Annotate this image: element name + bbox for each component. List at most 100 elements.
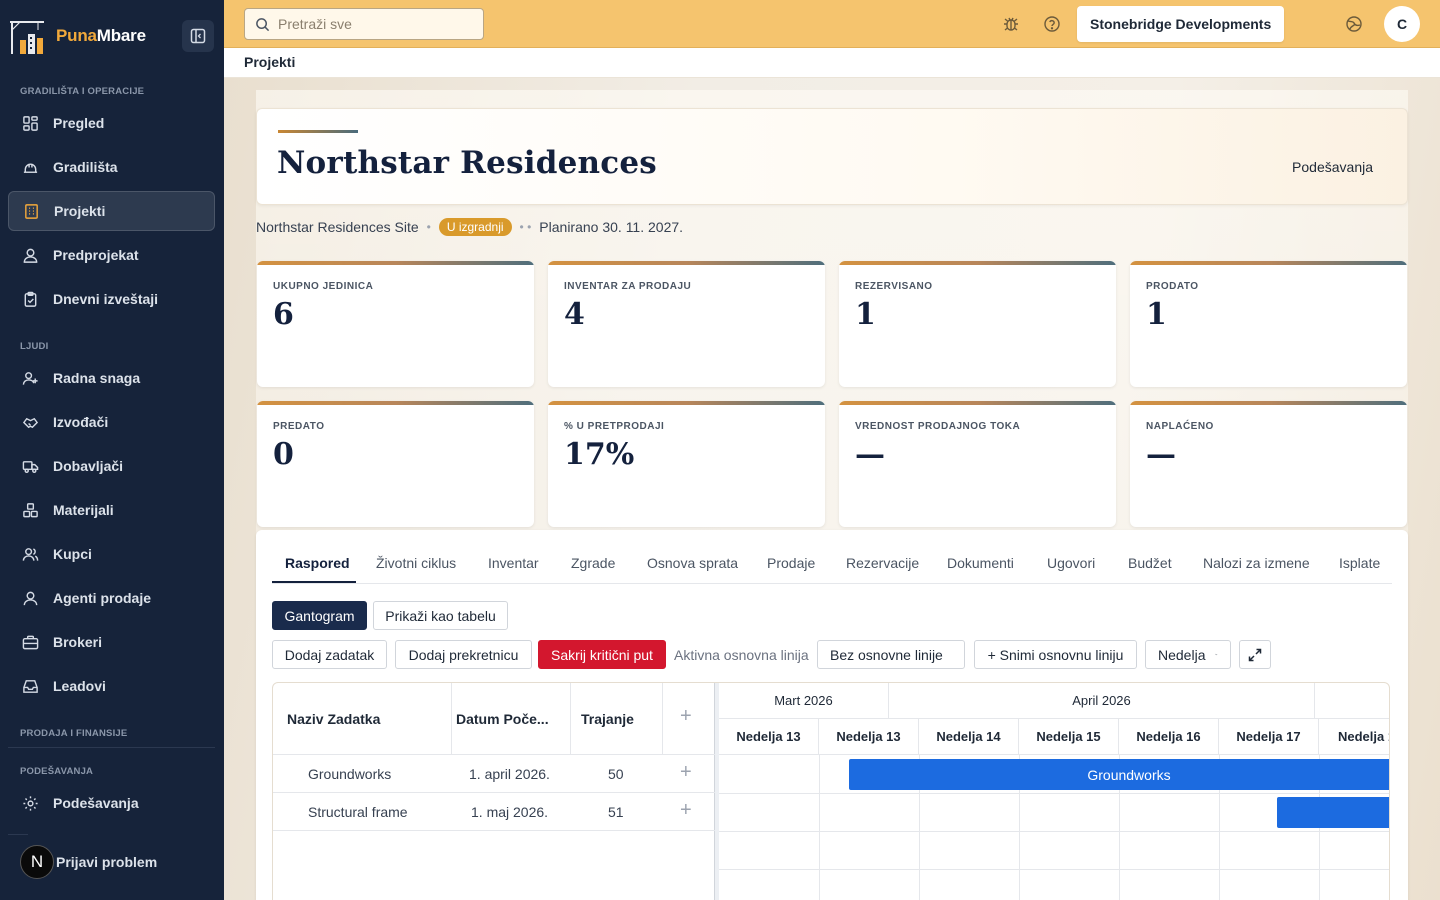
sidebar-item-kupci[interactable]: Kupci (8, 534, 215, 574)
brand[interactable]: PunaMbare (8, 16, 146, 56)
user-search-icon (23, 248, 38, 263)
column-header-start[interactable]: Datum Poče... (456, 711, 549, 727)
tab-isplate[interactable]: Isplate (1339, 555, 1380, 571)
briefcase-icon (22, 635, 39, 649)
stat-card-inventory: INVENTAR ZA PRODAJU 4 (548, 261, 825, 387)
add-subtask-plus-icon[interactable]: + (680, 799, 692, 822)
sidebar-item-podesavanja[interactable]: Podešavanja (8, 783, 215, 823)
sidebar-item-agenti-prodaje[interactable]: Agenti prodaje (8, 578, 215, 618)
save-baseline-button[interactable]: + Snimi osnovnu liniju (974, 640, 1137, 669)
boxes-icon (23, 502, 38, 517)
section-label-operations: GRADILIŠTA I OPERACIJE (20, 86, 145, 97)
project-settings-link[interactable]: Podešavanja (1292, 159, 1373, 175)
stat-label: PREDATO (273, 421, 325, 432)
sidebar-item-predprojekat[interactable]: Predprojekat (8, 235, 215, 275)
tab-dokumenti[interactable]: Dokumenti (947, 555, 1014, 571)
sidebar-item-dnevni-izvestaji[interactable]: Dnevni izveštaji (8, 279, 215, 319)
breadcrumb-current[interactable]: Projekti (244, 54, 295, 70)
top-bar: Stonebridge Developments C (224, 0, 1440, 48)
globe-icon[interactable] (1343, 13, 1365, 35)
section-label-finance[interactable]: PRODAJA I FINANSIJE (20, 728, 127, 739)
tab-zgrade[interactable]: Zgrade (571, 555, 615, 571)
section-label-people: LJUDI (20, 341, 49, 352)
week-header: Nedelja 15 (1019, 719, 1119, 755)
tab-ugovori[interactable]: Ugovori (1047, 555, 1095, 571)
grid-line (719, 793, 1389, 794)
add-milestone-button[interactable]: Dodaj prekretnicu (395, 640, 532, 669)
sidebar-item-brokeri[interactable]: Brokeri (8, 622, 215, 662)
month-header: April 2026 (889, 683, 1315, 719)
column-header-name[interactable]: Naziv Zadatka (287, 711, 380, 727)
week-header: Nedelja 1 (1319, 719, 1389, 755)
add-subtask-plus-icon[interactable]: + (680, 761, 692, 784)
gantt-chart: Naziv Zadatka Datum Poče... Trajanje + G… (272, 682, 1390, 900)
sidebar-item-label: Izvođači (53, 414, 109, 430)
baseline-select[interactable]: Bez osnovne linije (817, 640, 965, 669)
sidebar-item-label: Predprojekat (53, 247, 139, 263)
stat-card-sold: PRODATO 1 (1130, 261, 1407, 387)
gear-icon (23, 795, 38, 811)
tab-budzet[interactable]: Budžet (1128, 555, 1172, 571)
card-accent (839, 401, 1116, 405)
stat-value: 4 (564, 297, 585, 332)
fullscreen-button[interactable] (1239, 640, 1271, 669)
active-baseline-label: Aktivna osnovna linija (674, 647, 809, 663)
hide-critical-path-button[interactable]: Sakrij kritični put (538, 640, 666, 669)
search-input[interactable] (278, 16, 468, 32)
dashboard-icon (23, 115, 38, 131)
tab-rezervacije[interactable]: Rezervacije (846, 555, 919, 571)
scale-select-value: Nedelja (1158, 646, 1206, 663)
sidebar-item-label: Materijali (53, 502, 114, 518)
avatar[interactable]: C (1384, 6, 1420, 42)
table-view-button[interactable]: Prikaži kao tabelu (373, 601, 508, 630)
stat-label: % U PRETPRODAJI (564, 421, 665, 432)
crane-building-logo (10, 21, 44, 54)
add-task-button[interactable]: Dodaj zadatak (272, 640, 387, 669)
scale-select[interactable]: Nedelja (1145, 640, 1231, 669)
sidebar-item-gradilista[interactable]: Gradilišta (8, 147, 215, 187)
gantt-view-button[interactable]: Gantogram (272, 601, 367, 630)
sidebar-item-label: Kupci (53, 546, 92, 562)
company-switcher-button[interactable]: Stonebridge Developments (1077, 6, 1285, 42)
sidebar-item-projekti[interactable]: Projekti (8, 191, 215, 231)
tab-zivotni-ciklus[interactable]: Životni ciklus (376, 555, 456, 571)
sidebar-item-radna-snaga[interactable]: Radna snaga (8, 358, 215, 398)
sidebar-item-label: Projekti (54, 203, 106, 219)
report-problem-button[interactable]: N Prijavi problem (20, 845, 157, 879)
chevron-down-icon (1215, 653, 1218, 656)
tab-inventar[interactable]: Inventar (488, 555, 539, 571)
stat-value: 0 (273, 437, 294, 472)
stat-label: PRODATO (1146, 281, 1199, 292)
sidebar-collapse-button[interactable] (182, 20, 214, 52)
tab-osnova-sprata[interactable]: Osnova sprata (647, 555, 738, 571)
table-row[interactable]: Structural frame 1. maj 2026. 51 + (273, 793, 715, 831)
stat-value: 1 (855, 297, 876, 332)
sidebar-item-pregled[interactable]: Pregled (8, 103, 215, 143)
baseline-select-value: Bez osnovne linije (830, 646, 943, 663)
bug-icon[interactable] (1000, 13, 1022, 35)
task-name: Groundworks (308, 766, 392, 782)
column-header-duration[interactable]: Trajanje (581, 711, 634, 727)
gantt-bar-structural-frame[interactable] (1277, 797, 1389, 828)
task-duration: 50 (608, 766, 624, 782)
stat-value: 6 (273, 297, 294, 332)
sidebar-item-label: Radna snaga (53, 370, 141, 386)
sidebar-item-materijali[interactable]: Materijali (8, 490, 215, 530)
add-task-plus-icon[interactable]: + (680, 705, 692, 728)
search-box[interactable] (244, 8, 484, 40)
sidebar: PunaMbare GRADILIŠTA I OPERACIJE Pregled… (0, 0, 224, 900)
table-row[interactable]: Groundworks 1. april 2026. 50 + (273, 755, 715, 793)
tab-raspored[interactable]: Raspored (285, 555, 350, 571)
user-plus-icon (22, 371, 38, 385)
gantt-bar-groundworks[interactable]: Groundworks (849, 759, 1389, 790)
sidebar-divider (8, 834, 28, 835)
sidebar-item-dobavljaci[interactable]: Dobavljači (8, 446, 215, 486)
week-header: Nedelja 16 (1119, 719, 1219, 755)
sidebar-item-izvodjaci[interactable]: Izvođači (8, 402, 215, 442)
tab-prodaje[interactable]: Prodaje (767, 555, 815, 571)
sidebar-item-leadovi[interactable]: Leadovi (8, 666, 215, 706)
page-title: Northstar Residences (277, 145, 657, 181)
help-icon[interactable] (1041, 13, 1063, 35)
tab-nalozi-za-izmene[interactable]: Nalozi za izmene (1203, 555, 1310, 571)
site-name[interactable]: Northstar Residences Site (256, 219, 419, 235)
